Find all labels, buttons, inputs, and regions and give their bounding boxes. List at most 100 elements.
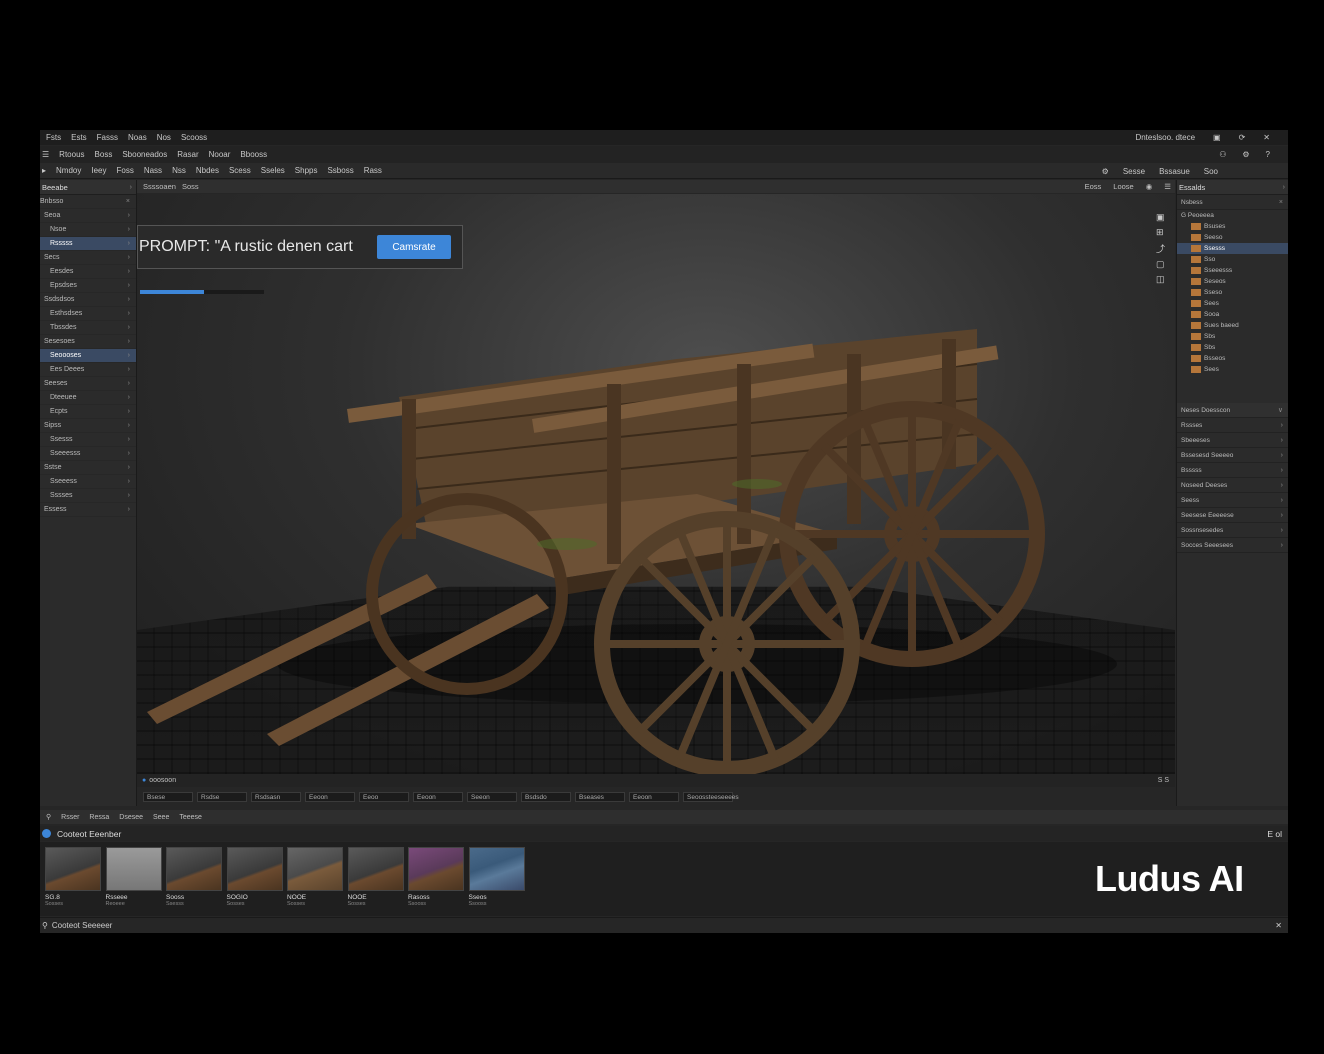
- outliner-item[interactable]: Sees: [1177, 298, 1288, 309]
- chevron-right-icon[interactable]: ›: [128, 212, 130, 219]
- toolbar2-item[interactable]: Sseles: [261, 166, 285, 175]
- chevron-right-icon[interactable]: ›: [128, 478, 130, 485]
- chevron-right-icon[interactable]: ›: [128, 422, 130, 429]
- toolbar2-right-item[interactable]: Soo: [1204, 167, 1218, 176]
- filter-field[interactable]: Eeoo: [359, 792, 409, 802]
- toolbar2-item[interactable]: Nass: [144, 166, 162, 175]
- toolbar2-right-item[interactable]: Sesse: [1123, 167, 1145, 176]
- gear-icon[interactable]: ⚙: [1102, 167, 1109, 176]
- toolbar-item[interactable]: Bbooss: [240, 150, 267, 159]
- filter-field[interactable]: Rsdse: [197, 792, 247, 802]
- refresh-icon[interactable]: ⟳: [1239, 133, 1246, 142]
- left-tree-item[interactable]: Ecpts ›: [40, 405, 136, 419]
- details-item[interactable]: Sossnsesedes ›: [1177, 523, 1288, 538]
- asset-tile[interactable]: NOOE Sosses: [287, 847, 343, 907]
- close-icon[interactable]: ✕: [1275, 921, 1282, 930]
- left-tree-item[interactable]: Seoa ›: [40, 209, 136, 223]
- left-tree-item[interactable]: Rsssss ›: [40, 237, 136, 251]
- filter-field[interactable]: Eeoon: [413, 792, 463, 802]
- chevron-right-icon[interactable]: ›: [1281, 497, 1283, 504]
- prompt-input[interactable]: PROMPT: "A rustic denen cart: [139, 238, 353, 256]
- details-item[interactable]: Bsssss ›: [1177, 463, 1288, 478]
- left-tree-item[interactable]: Tbssdes ›: [40, 321, 136, 335]
- chevron-right-icon[interactable]: ›: [1281, 422, 1283, 429]
- left-tree-item[interactable]: Ees Deees ›: [40, 363, 136, 377]
- details-item[interactable]: Socces Seeesees ›: [1177, 538, 1288, 553]
- rotate-icon[interactable]: ⤴: [1156, 242, 1165, 255]
- outliner-item[interactable]: Bsuses: [1177, 221, 1288, 232]
- chevron-icon[interactable]: ∨: [1278, 406, 1283, 414]
- toolbar-item[interactable]: Boss: [95, 150, 113, 159]
- filter-field[interactable]: Eeoon: [305, 792, 355, 802]
- chevron-icon[interactable]: ›: [130, 184, 132, 191]
- left-tree-item[interactable]: Nsoe ›: [40, 223, 136, 237]
- left-tree-item[interactable]: Sesesoes ›: [40, 335, 136, 349]
- toolbar2-item[interactable]: Nmdoy: [56, 166, 81, 175]
- toolbar2-item[interactable]: Nbdes: [196, 166, 219, 175]
- camera-icon[interactable]: ◉: [1146, 182, 1153, 191]
- filter-field[interactable]: Rsdsasn: [251, 792, 301, 802]
- menu-item-tools[interactable]: Noas: [128, 133, 147, 142]
- toolbar-item[interactable]: Rasar: [177, 150, 198, 159]
- filter-field[interactable]: Bseases: [575, 792, 625, 802]
- chevron-right-icon[interactable]: ›: [128, 436, 130, 443]
- toolbar-menu-icon[interactable]: ☰: [42, 150, 49, 159]
- outliner-item[interactable]: Seeso: [1177, 232, 1288, 243]
- toolbar2-item[interactable]: Rass: [364, 166, 382, 175]
- viewport-right-tab[interactable]: Eoss: [1085, 182, 1102, 191]
- outliner-item[interactable]: Sbs: [1177, 331, 1288, 342]
- close-icon[interactable]: ✕: [1263, 133, 1270, 142]
- toolbar2-item[interactable]: Ieey: [91, 166, 106, 175]
- chevron-right-icon[interactable]: ›: [1281, 482, 1283, 489]
- chevron-right-icon[interactable]: ›: [128, 450, 130, 457]
- outliner-item[interactable]: Sseeesss: [1177, 265, 1288, 276]
- move-icon[interactable]: ⊞: [1156, 227, 1165, 238]
- chevron-right-icon[interactable]: ›: [128, 394, 130, 401]
- toolbar2-item[interactable]: Scess: [229, 166, 251, 175]
- menu-item-assets[interactable]: Fasss: [97, 133, 118, 142]
- chevron-icon[interactable]: ›: [1283, 184, 1285, 191]
- left-tree-item[interactable]: Sssses ›: [40, 489, 136, 503]
- generate-button[interactable]: Camsrate: [377, 235, 451, 259]
- asset-tile[interactable]: Sseos Ssooss: [468, 847, 525, 907]
- 3d-viewport[interactable]: ▣ ⊞ ⤴ ▢ ◫: [137, 194, 1175, 774]
- filter-field[interactable]: Seoossteeseeees: [683, 792, 739, 802]
- toolbar2-right-item[interactable]: Bssasue: [1159, 167, 1190, 176]
- asset-tile[interactable]: SG.8 Sosses: [45, 847, 101, 907]
- outliner-item[interactable]: Sooa: [1177, 309, 1288, 320]
- filter-field[interactable]: Bsese: [143, 792, 193, 802]
- toolbar2-item[interactable]: Shpps: [295, 166, 318, 175]
- bottom-tab[interactable]: Seee: [153, 814, 169, 821]
- toolbar-item[interactable]: Rtoous: [59, 150, 84, 159]
- outliner-item[interactable]: Sso: [1177, 254, 1288, 265]
- menu-item-window[interactable]: Nos: [157, 133, 171, 142]
- chevron-right-icon[interactable]: ›: [128, 310, 130, 317]
- viewport-right-tab[interactable]: Loose: [1113, 182, 1133, 191]
- toolbar2-item[interactable]: Ssboss: [327, 166, 353, 175]
- left-tree-item[interactable]: Secs ›: [40, 251, 136, 265]
- details-item[interactable]: Seesese Eeeeese ›: [1177, 508, 1288, 523]
- toolbar2-item[interactable]: Nss: [172, 166, 186, 175]
- chevron-right-icon[interactable]: ›: [128, 506, 130, 513]
- chevron-right-icon[interactable]: ›: [128, 240, 130, 247]
- asset-tile[interactable]: Rasoss Ssooss: [408, 847, 464, 907]
- scale-icon[interactable]: ▢: [1156, 259, 1165, 270]
- menu-item-edit[interactable]: Ests: [71, 133, 87, 142]
- snap-icon[interactable]: ◫: [1156, 274, 1165, 285]
- search-icon[interactable]: ⚲: [46, 813, 51, 821]
- outliner-item[interactable]: Sues baeed: [1177, 320, 1288, 331]
- chevron-right-icon[interactable]: ›: [128, 282, 130, 289]
- viewport-tab[interactable]: Soss: [182, 182, 199, 191]
- left-tree-item[interactable]: Seeses ›: [40, 377, 136, 391]
- left-tree-item[interactable]: Sipss ›: [40, 419, 136, 433]
- help-icon[interactable]: ?: [1266, 150, 1270, 159]
- left-tree-item[interactable]: Sseeess ›: [40, 475, 136, 489]
- outliner-item[interactable]: Sees: [1177, 364, 1288, 375]
- user-icon[interactable]: ⚇: [1219, 150, 1226, 159]
- panel-icon[interactable]: ▣: [1213, 133, 1221, 142]
- toolbar-item[interactable]: Nooar: [209, 150, 231, 159]
- left-tree-item[interactable]: Dteeuee ›: [40, 391, 136, 405]
- content-browser-right[interactable]: E ol: [1267, 829, 1282, 839]
- outliner-item[interactable]: Sbs: [1177, 342, 1288, 353]
- chevron-right-icon[interactable]: ›: [128, 464, 130, 471]
